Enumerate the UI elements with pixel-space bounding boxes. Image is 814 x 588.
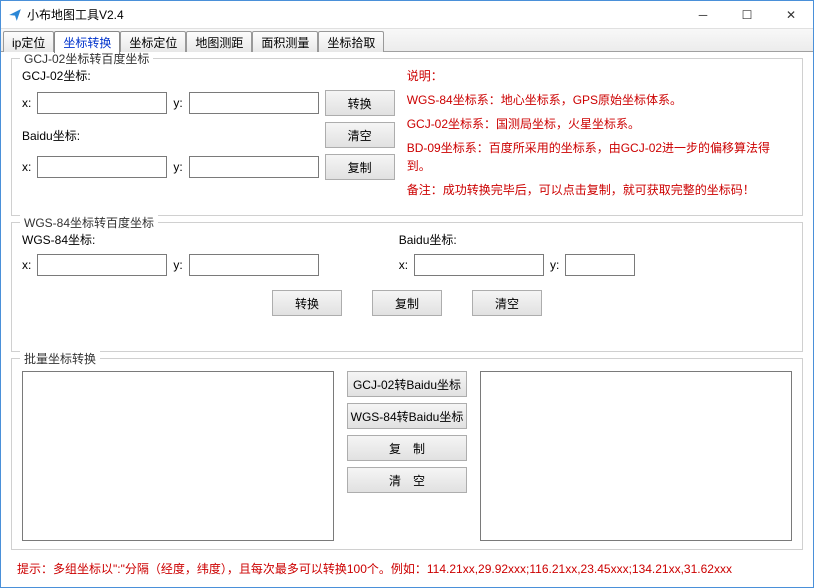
close-button[interactable]: ✕ bbox=[769, 1, 813, 28]
content: GCJ-02坐标转百度坐标 GCJ-02坐标: x: y: 转换 Baidu坐标… bbox=[1, 52, 813, 587]
info-bd-a: BD-09坐标系： bbox=[407, 141, 489, 155]
info-wgs-a: WGS-84坐标系： bbox=[407, 93, 501, 107]
batch-wgs-button[interactable]: WGS-84转Baidu坐标 bbox=[347, 403, 467, 429]
info-title: 说明： bbox=[407, 67, 792, 85]
g2-x-label-1: x: bbox=[22, 258, 31, 272]
g1-x-label-1: x: bbox=[22, 96, 31, 110]
group-wgs84-to-baidu: WGS-84坐标转百度坐标 WGS-84坐标: x: y: Baidu坐标: x… bbox=[11, 222, 803, 352]
app-window: 小布地图工具V2.4 ─ ☐ ✕ ip定位 坐标转换 坐标定位 地图测距 面积测… bbox=[0, 0, 814, 588]
g1-copy-button[interactable]: 复制 bbox=[325, 154, 395, 180]
g1-y-label-2: y: bbox=[173, 160, 182, 174]
g2-baidu-y-output[interactable] bbox=[565, 254, 635, 276]
g2-baidu-x-output[interactable] bbox=[414, 254, 544, 276]
info-gcj-a: GCJ-02坐标系： bbox=[407, 117, 496, 131]
wgs-label: WGS-84坐标: bbox=[22, 231, 95, 248]
wgs-x-input[interactable] bbox=[37, 254, 167, 276]
info-wgs-b: 地心坐标系，GPS原始坐标体系。 bbox=[501, 93, 682, 107]
g2-convert-button[interactable]: 转换 bbox=[272, 290, 342, 316]
minimize-button[interactable]: ─ bbox=[681, 1, 725, 28]
maximize-button[interactable]: ☐ bbox=[725, 1, 769, 28]
tab-coord-locate[interactable]: 坐标定位 bbox=[120, 31, 186, 52]
batch-copy-button[interactable]: 复 制 bbox=[347, 435, 467, 461]
gcj-y-input[interactable] bbox=[189, 92, 319, 114]
g1-clear-button[interactable]: 清空 bbox=[325, 122, 395, 148]
info-note-b: 成功转换完毕后，可以点击复制，就可获取完整的坐标码！ bbox=[443, 183, 755, 197]
batch-input-textarea[interactable] bbox=[22, 371, 334, 541]
tab-map-distance[interactable]: 地图测距 bbox=[186, 31, 252, 52]
group-batch-convert: 批量坐标转换 GCJ-02转Baidu坐标 WGS-84转Baidu坐标 复 制… bbox=[11, 358, 803, 550]
baidu-x-output[interactable] bbox=[37, 156, 167, 178]
window-title: 小布地图工具V2.4 bbox=[27, 6, 681, 23]
tabstrip: ip定位 坐标转换 坐标定位 地图测距 面积测量 坐标拾取 bbox=[1, 29, 813, 52]
g1-convert-button[interactable]: 转换 bbox=[325, 90, 395, 116]
gcj-label: GCJ-02坐标: bbox=[22, 67, 91, 84]
g1-x-label-2: x: bbox=[22, 160, 31, 174]
tab-ip-locate[interactable]: ip定位 bbox=[3, 31, 54, 52]
hint-text: 提示：多组坐标以":"分隔（经度，纬度），且每次最多可以转换100个。例如：11… bbox=[11, 556, 803, 583]
batch-gcj-button[interactable]: GCJ-02转Baidu坐标 bbox=[347, 371, 467, 397]
tab-coord-pick[interactable]: 坐标拾取 bbox=[318, 31, 384, 52]
wgs-y-input[interactable] bbox=[189, 254, 319, 276]
gcj-x-input[interactable] bbox=[37, 92, 167, 114]
group-gcj02-to-baidu: GCJ-02坐标转百度坐标 GCJ-02坐标: x: y: 转换 Baidu坐标… bbox=[11, 58, 803, 216]
group1-title: GCJ-02坐标转百度坐标 bbox=[20, 52, 153, 67]
g2-y-label-1: y: bbox=[173, 258, 182, 272]
g2-x-label-2: x: bbox=[399, 258, 408, 272]
group2-title: WGS-84坐标转百度坐标 bbox=[20, 214, 158, 231]
baidu-label: Baidu坐标: bbox=[22, 127, 80, 144]
tab-area-measure[interactable]: 面积测量 bbox=[252, 31, 318, 52]
batch-clear-button[interactable]: 清 空 bbox=[347, 467, 467, 493]
g2-y-label-2: y: bbox=[550, 258, 559, 272]
info-panel: 说明： WGS-84坐标系：地心坐标系，GPS原始坐标体系。 GCJ-02坐标系… bbox=[407, 67, 792, 205]
baidu-y-output[interactable] bbox=[189, 156, 319, 178]
info-gcj-b: 国测局坐标，火星坐标系。 bbox=[496, 117, 640, 131]
g2-baidu-label: Baidu坐标: bbox=[399, 231, 457, 248]
batch-output-textarea[interactable] bbox=[480, 371, 792, 541]
titlebar: 小布地图工具V2.4 ─ ☐ ✕ bbox=[1, 1, 813, 29]
g2-copy-button[interactable]: 复制 bbox=[372, 290, 442, 316]
info-note-a: 备注： bbox=[407, 183, 443, 197]
group3-title: 批量坐标转换 bbox=[20, 350, 100, 367]
window-controls: ─ ☐ ✕ bbox=[681, 1, 813, 28]
app-icon bbox=[7, 7, 23, 23]
tab-coord-convert[interactable]: 坐标转换 bbox=[54, 31, 120, 53]
g1-y-label-1: y: bbox=[173, 96, 182, 110]
g2-clear-button[interactable]: 清空 bbox=[472, 290, 542, 316]
